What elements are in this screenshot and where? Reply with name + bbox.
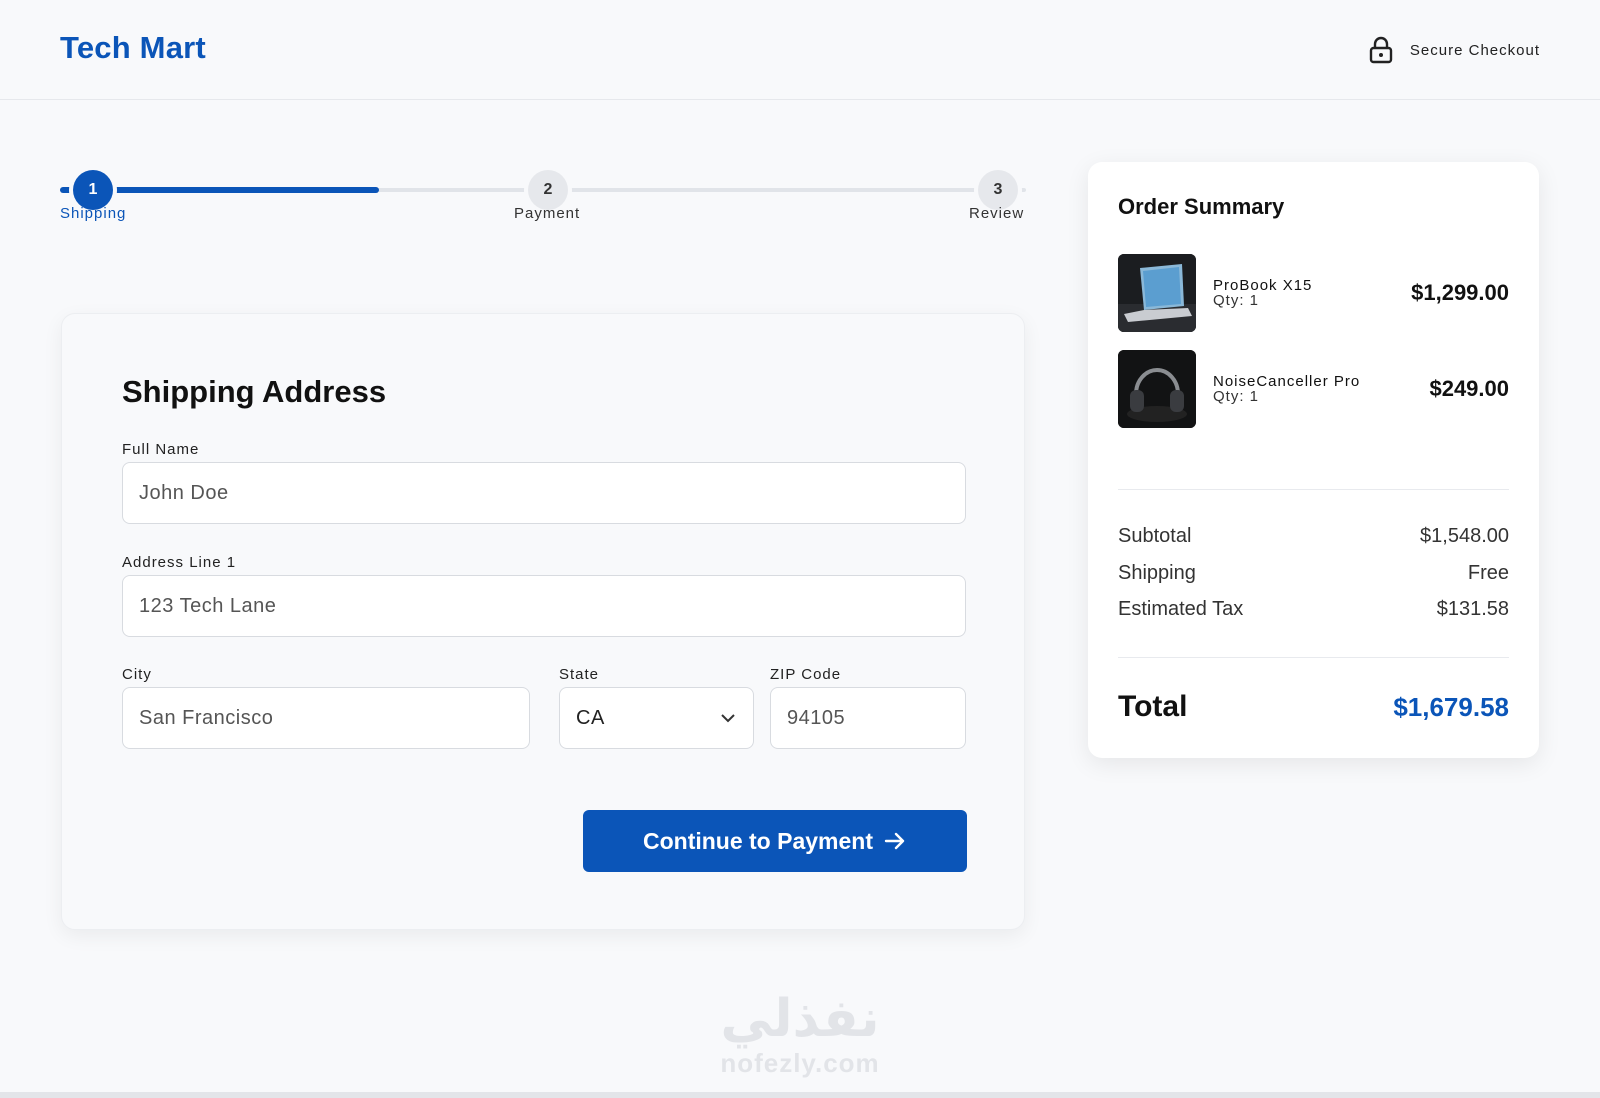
- full-name-label: Full Name: [122, 441, 200, 458]
- watermark-logo: نفذلي: [720, 990, 880, 1048]
- order-item: ProBook X15 Qty: 1 $1,299.00: [1118, 254, 1509, 332]
- step-2-circle[interactable]: 2: [528, 170, 568, 210]
- watermark-url: nofezly.com: [720, 1048, 880, 1078]
- summary-divider: [1118, 489, 1509, 490]
- total-value: $1,679.58: [1393, 692, 1509, 722]
- secure-checkout-label: Secure Checkout: [1409, 41, 1540, 59]
- order-item: NoiseCanceller Pro Qty: 1 $249.00: [1118, 350, 1509, 428]
- order-summary-title: Order Summary: [1118, 194, 1285, 219]
- step-1-circle[interactable]: 1: [73, 170, 113, 210]
- headphones-thumbnail: [1118, 350, 1196, 428]
- step-3-label[interactable]: Review: [969, 205, 1024, 222]
- order-summary-card: Order Summary ProBook X15 Qty: 1 $1,299.…: [1088, 162, 1539, 758]
- state-label: State: [559, 666, 600, 683]
- lock-icon: [1369, 36, 1393, 64]
- address-line1-field[interactable]: 123 Tech Lane: [122, 575, 966, 637]
- item-qty: Qty: 1: [1213, 292, 1260, 309]
- step-2-label[interactable]: Payment: [514, 205, 580, 222]
- continue-to-payment-button[interactable]: Continue to Payment: [583, 810, 967, 872]
- zip-field[interactable]: 94105: [770, 687, 966, 749]
- subtotal-label: Subtotal: [1118, 525, 1192, 547]
- continue-button-label: Continue to Payment: [642, 827, 873, 854]
- watermark: نفذلي nofezly.com: [700, 990, 900, 1078]
- shipping-label: Shipping: [1118, 562, 1196, 584]
- top-header: Tech Mart Secure Checkout: [0, 0, 1600, 100]
- zip-label: ZIP Code: [770, 666, 842, 683]
- item-price: $249.00: [1429, 376, 1509, 401]
- full-name-field[interactable]: John Doe: [122, 462, 966, 524]
- item-price: $1,299.00: [1411, 280, 1509, 305]
- arrow-right-icon: [884, 832, 905, 850]
- city-field[interactable]: San Francisco: [122, 687, 530, 749]
- laptop-thumbnail: [1118, 254, 1196, 332]
- bottom-bar: [0, 1092, 1600, 1098]
- chevron-down-icon: [721, 714, 735, 723]
- shipping-form-card: Shipping Address Full Name John Doe Addr…: [61, 313, 1025, 930]
- subtotal-value: $1,548.00: [1420, 525, 1509, 547]
- tax-label: Estimated Tax: [1118, 598, 1244, 620]
- city-label: City: [122, 666, 152, 683]
- total-label: Total: [1118, 690, 1188, 723]
- secure-checkout-indicator: Secure Checkout: [1368, 36, 1540, 64]
- form-title: Shipping Address: [122, 374, 387, 409]
- shipping-value: Free: [1467, 562, 1509, 584]
- address-line1-label: Address Line 1: [122, 554, 237, 571]
- step-1-label[interactable]: Shipping: [60, 205, 126, 222]
- brand-logo[interactable]: Tech Mart: [60, 30, 206, 66]
- item-qty: Qty: 1: [1213, 388, 1260, 405]
- summary-divider: [1118, 657, 1509, 658]
- tax-value: $131.58: [1436, 598, 1509, 620]
- checkout-stepper: 1 Shipping 2 Payment 3 Review: [60, 160, 1026, 230]
- state-select-value: CA: [576, 706, 605, 729]
- step-3-circle[interactable]: 3: [978, 170, 1018, 210]
- state-select[interactable]: CA: [559, 687, 754, 749]
